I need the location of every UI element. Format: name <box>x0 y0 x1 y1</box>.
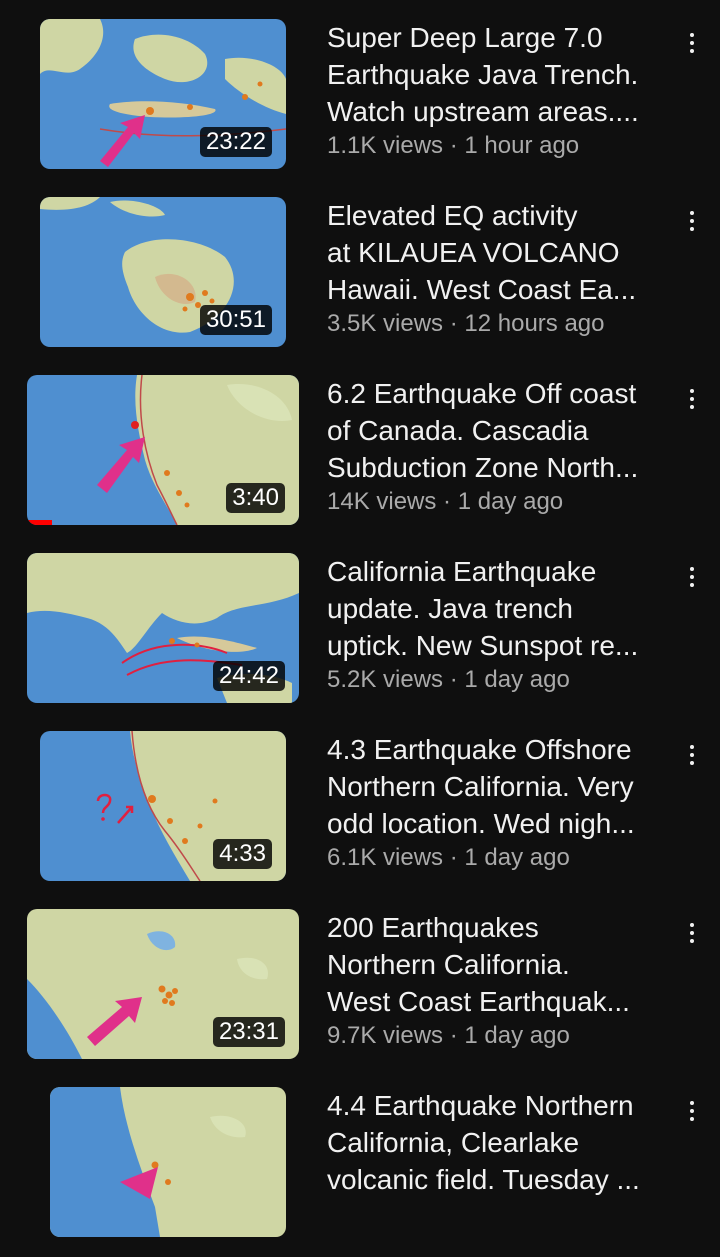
video-meta: 5.2K views · 1 day ago <box>327 666 570 693</box>
video-title[interactable]: California Earthquake update. Java trenc… <box>327 553 672 664</box>
view-count: 3.5K views <box>327 310 444 337</box>
watch-progress-bar <box>27 520 52 525</box>
view-count: 9.7K views <box>327 1022 444 1049</box>
video-item[interactable]: 23:31 200 Earthquakes Northern Californi… <box>0 909 720 1079</box>
video-duration: 3:40 <box>226 483 285 513</box>
video-thumbnail[interactable]: 3:40 <box>27 375 299 525</box>
video-title[interactable]: Super Deep Large 7.0 Earthquake Java Tre… <box>327 19 672 130</box>
view-count: 14K views <box>327 488 437 515</box>
map-thumbnail-image <box>50 1087 286 1237</box>
video-title[interactable]: 200 Earthquakes Northern California. Wes… <box>327 909 672 1020</box>
video-title[interactable]: Elevated EQ activity at KILAUEA VOLCANO … <box>327 197 672 308</box>
upload-age: 1 day ago <box>457 488 564 515</box>
more-options-icon[interactable] <box>680 23 704 63</box>
video-thumbnail[interactable]: 30:51 <box>40 197 286 347</box>
upload-age: 1 day ago <box>464 844 570 871</box>
video-duration: 30:51 <box>199 305 272 335</box>
view-count: 1.1K views <box>327 132 444 159</box>
video-meta: 6.1K views · 1 day ago <box>327 844 570 871</box>
view-count: 6.1K views <box>327 844 444 871</box>
upload-age: 12 hours ago <box>464 310 605 337</box>
video-thumbnail[interactable] <box>50 1087 286 1237</box>
more-options-icon[interactable] <box>680 379 704 419</box>
video-item[interactable]: 24:42 California Earthquake update. Java… <box>0 553 720 723</box>
more-options-icon[interactable] <box>680 913 704 953</box>
video-thumbnail[interactable]: 4:33 <box>40 731 286 881</box>
upload-age: 1 day ago <box>464 1022 570 1049</box>
video-duration: 23:31 <box>212 1017 285 1047</box>
video-duration: 23:22 <box>199 127 272 157</box>
more-options-icon[interactable] <box>680 557 704 597</box>
video-thumbnail[interactable]: 23:22 <box>40 19 286 169</box>
video-item[interactable]: 30:51 Elevated EQ activity at KILAUEA VO… <box>0 197 720 367</box>
video-duration: 4:33 <box>213 839 272 869</box>
video-thumbnail[interactable]: 24:42 <box>27 553 299 703</box>
view-count: 5.2K views <box>327 666 444 693</box>
upload-age: 1 day ago <box>464 666 570 693</box>
more-options-icon[interactable] <box>680 1091 704 1131</box>
video-meta: 9.7K views · 1 day ago <box>327 1022 570 1049</box>
video-thumbnail[interactable]: 23:31 <box>27 909 299 1059</box>
video-meta: 3.5K views · 12 hours ago <box>327 310 605 337</box>
video-feed: 23:22 Super Deep Large 7.0 Earthquake Ja… <box>0 0 720 1237</box>
video-item[interactable]: 23:22 Super Deep Large 7.0 Earthquake Ja… <box>0 19 720 189</box>
video-title[interactable]: 4.3 Earthquake Offshore Northern Califor… <box>327 731 672 842</box>
upload-age: 1 hour ago <box>464 132 580 159</box>
more-options-icon[interactable] <box>680 201 704 241</box>
video-item[interactable]: 4.4 Earthquake Northern California, Clea… <box>0 1087 720 1257</box>
video-duration: 24:42 <box>212 661 285 691</box>
video-meta: 14K views · 1 day ago <box>327 488 564 515</box>
video-title[interactable]: 6.2 Earthquake Off coast of Canada. Casc… <box>327 375 672 486</box>
more-options-icon[interactable] <box>680 735 704 775</box>
video-item[interactable]: 4:33 4.3 Earthquake Offshore Northern Ca… <box>0 731 720 901</box>
video-meta: 1.1K views · 1 hour ago <box>327 132 580 159</box>
video-item[interactable]: 3:40 6.2 Earthquake Off coast of Canada.… <box>0 375 720 545</box>
video-title[interactable]: 4.4 Earthquake Northern California, Clea… <box>327 1087 672 1198</box>
